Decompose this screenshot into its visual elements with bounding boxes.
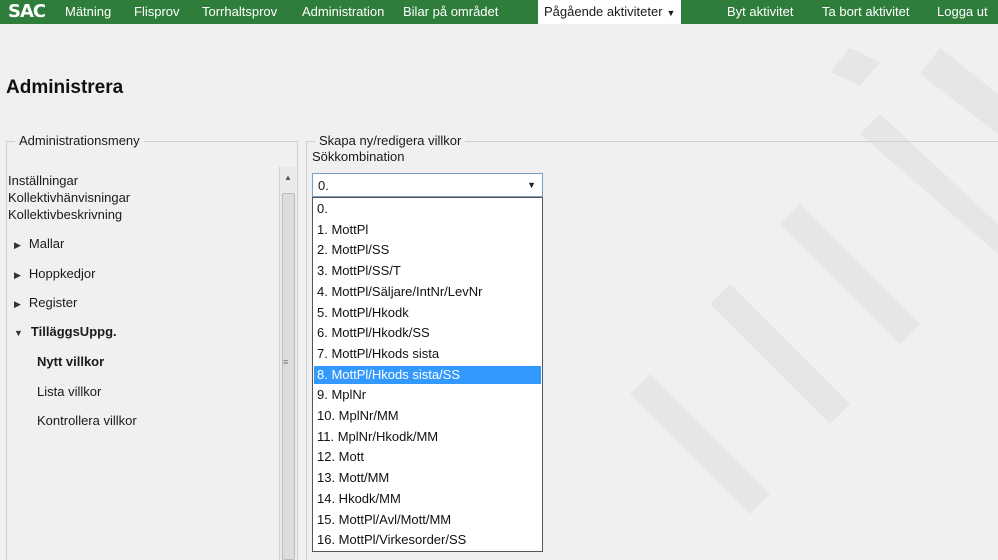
menu-group-label: Hoppkedjor: [28, 266, 96, 281]
chevron-down-icon: ▼: [666, 8, 676, 18]
dropdown-option[interactable]: 9. MplNr: [314, 386, 541, 404]
nav-flisprov[interactable]: Flisprov: [134, 0, 180, 24]
dropdown-option[interactable]: 10. MplNr/MM: [314, 407, 541, 425]
menu-scrollbar[interactable]: ▲ ≡: [279, 167, 296, 560]
nav-pagaende-aktiviteter[interactable]: Pågående aktiviteter ▼: [538, 0, 682, 24]
sokkombination-select[interactable]: 0. ▼: [312, 173, 543, 197]
menu-group-label: TilläggsUppg.: [30, 324, 117, 339]
dropdown-option[interactable]: 4. MottPl/Säljare/IntNr/LevNr: [314, 283, 541, 301]
nav-matning[interactable]: Mätning: [65, 0, 111, 24]
dropdown-option[interactable]: 15. MottPl/Avl/Mott/MM: [314, 511, 541, 529]
menu-group-register[interactable]: ▶ Register: [14, 295, 77, 310]
nav-ta-bort-aktivitet[interactable]: Ta bort aktivitet: [822, 0, 909, 24]
dropdown-option[interactable]: 1. MottPl: [314, 221, 541, 239]
dropdown-option[interactable]: 3. MottPl/SS/T: [314, 262, 541, 280]
menu-group-label: Mallar: [28, 236, 65, 251]
nav-active-label: Pågående aktiviteter: [544, 4, 663, 19]
caret-right-icon: ▶: [14, 299, 21, 309]
grip-icon: ≡: [283, 357, 289, 367]
dropdown-option[interactable]: 0.: [314, 200, 541, 218]
scrollbar-thumb[interactable]: [282, 193, 295, 560]
chevron-down-icon: ▼: [527, 180, 536, 190]
sokkombination-label: Sökkombination: [312, 149, 405, 164]
sokkombination-options-list: 0. 1. MottPl 2. MottPl/SS 3. MottPl/SS/T 4. …: [312, 197, 543, 552]
caret-right-icon: ▶: [14, 240, 21, 250]
nav-torrhaltsprov[interactable]: Torrhaltsprov: [202, 0, 277, 24]
scroll-up-icon[interactable]: ▲: [284, 173, 292, 182]
top-nav-bar: SAC Mätning Flisprov Torrhaltsprov Admin…: [0, 0, 998, 24]
dropdown-option[interactable]: 8. MottPl/Hkods sista/SS: [314, 365, 541, 384]
nav-logga-ut[interactable]: Logga ut: [937, 0, 988, 24]
dropdown-option[interactable]: 6. MottPl/Hkodk/SS: [314, 324, 541, 342]
nav-byt-aktivitet[interactable]: Byt aktivitet: [727, 0, 793, 24]
sac-logo: SAC: [8, 1, 46, 22]
dropdown-option[interactable]: 11. MplNr/Hkodk/MM: [314, 428, 541, 446]
nav-administration[interactable]: Administration: [302, 0, 384, 24]
menu-group-label: Register: [28, 295, 78, 310]
dropdown-option[interactable]: 13. Mott/MM: [314, 469, 541, 487]
menu-item-lista-villkor[interactable]: Lista villkor: [37, 384, 101, 399]
nav-bilar-pa-omradet[interactable]: Bilar på området: [403, 0, 498, 24]
dropdown-option[interactable]: 7. MottPl/Hkods sista: [314, 345, 541, 363]
caret-right-icon: ▶: [14, 270, 21, 280]
admin-menu-legend: Administrationsmeny: [15, 133, 144, 148]
menu-item-installningar[interactable]: Inställningar: [8, 173, 78, 188]
select-value: 0.: [318, 178, 329, 193]
villkor-form-legend: Skapa ny/redigera villkor: [315, 133, 466, 148]
dropdown-option[interactable]: 14. Hkodk/MM: [314, 490, 541, 508]
menu-item-kollektivhanvisningar[interactable]: Kollektivhänvisningar: [8, 190, 130, 205]
dropdown-option[interactable]: 2. MottPl/SS: [314, 241, 541, 259]
dropdown-option[interactable]: 5. MottPl/Hkodk: [314, 304, 541, 322]
dropdown-option[interactable]: 12. Mott: [314, 448, 541, 466]
menu-item-kollektivbeskrivning[interactable]: Kollektivbeskrivning: [8, 207, 122, 222]
dropdown-option[interactable]: 16. MottPl/Virkesorder/SS: [314, 531, 541, 549]
menu-item-nytt-villkor[interactable]: Nytt villkor: [37, 354, 104, 369]
menu-item-kontrollera-villkor[interactable]: Kontrollera villkor: [37, 413, 137, 428]
menu-group-tillaggsuppg[interactable]: ▼ TilläggsUppg.: [14, 324, 117, 339]
menu-group-hoppkedjor[interactable]: ▶ Hoppkedjor: [14, 266, 95, 281]
caret-down-icon: ▼: [14, 328, 23, 338]
page-title: Administrera: [6, 77, 124, 98]
menu-group-mallar[interactable]: ▶ Mallar: [14, 236, 64, 251]
